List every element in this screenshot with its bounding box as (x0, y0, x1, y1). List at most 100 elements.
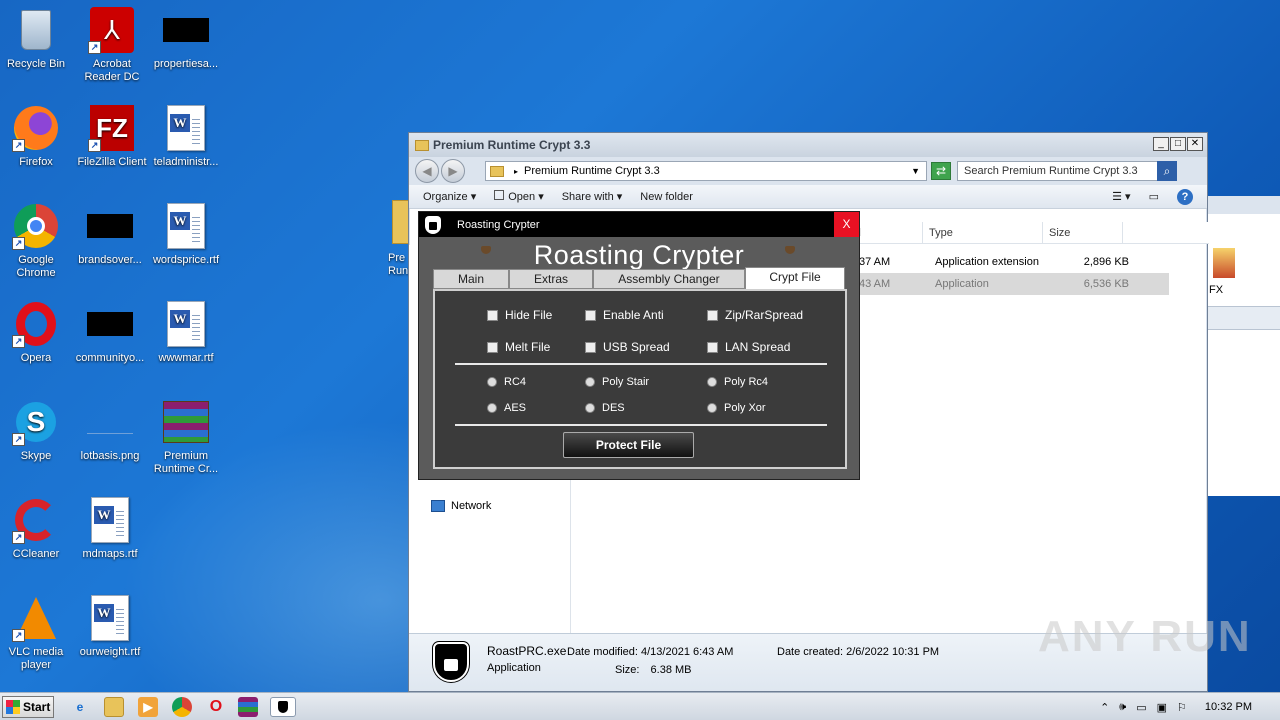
crypter-window[interactable]: Roasting Crypter X Roasting Crypter Main… (418, 211, 860, 480)
watermark-logo: ANY RUN (1038, 612, 1252, 661)
winrar-icon (162, 398, 210, 446)
radio-dot[interactable] (707, 377, 717, 387)
details-date-modified: Date modified: 4/13/2021 6:43 AM (567, 646, 734, 658)
desktop-icon-acrobat[interactable]: ⅄ ↗ Acrobat Reader DC (74, 6, 150, 84)
filezilla-icon: FZ ↗ (88, 104, 136, 152)
file-explorer-icon[interactable] (104, 697, 124, 717)
address-bar[interactable]: ▸ Premium Runtime Crypt 3.3 ▼ (485, 161, 927, 181)
checkbox-box[interactable] (585, 341, 596, 353)
desktop-icon-skype[interactable]: S ↗ Skype (0, 398, 74, 463)
search-icon[interactable]: ⌕ (1157, 161, 1177, 181)
melt-file-checkbox[interactable]: Melt File (487, 340, 550, 354)
back-button[interactable]: ◀ (415, 159, 439, 183)
maximize-button[interactable]: □ (1170, 137, 1186, 151)
column-type[interactable]: Type (923, 222, 1043, 243)
desktop-icon-lotbasis[interactable]: lotbasis.png (72, 398, 148, 463)
organize-menu[interactable]: Organize ▾ (423, 190, 476, 203)
firefox-icon: ↗ (12, 104, 60, 152)
radio-dot[interactable] (707, 403, 717, 413)
help-icon[interactable]: ? (1177, 188, 1193, 205)
chevron-down-icon[interactable]: ▼ (911, 166, 920, 176)
refresh-button[interactable]: ⇄ (931, 162, 951, 180)
protect-file-button[interactable]: Protect File (563, 432, 694, 458)
tab-main[interactable]: Main (433, 269, 509, 289)
poly-xor-radio[interactable]: Poly Xor (707, 402, 766, 414)
desktop-icon-label: communityo... (75, 352, 145, 364)
desktop-icon-premium-runtime[interactable]: Premium Runtime Cr... (148, 398, 224, 476)
checkbox-box[interactable] (585, 309, 596, 321)
enable-anti-checkbox[interactable]: Enable Anti (585, 308, 664, 322)
desktop-icon-wordsprice[interactable]: W wordsprice.rtf (148, 202, 224, 267)
new-folder-button[interactable]: New folder (640, 191, 693, 203)
internet-explorer-icon[interactable]: e (70, 697, 90, 717)
open-button[interactable]: Open ▾ (494, 190, 544, 203)
chrome-icon[interactable] (172, 697, 192, 717)
close-button[interactable]: X (834, 212, 859, 237)
desktop-icon-chrome[interactable]: ↗ Google Chrome (0, 202, 74, 280)
lan-spread-checkbox[interactable]: LAN Spread (707, 340, 790, 354)
desktop-icon-communityo[interactable]: communityo... (72, 300, 148, 365)
media-player-icon[interactable]: ▶ (138, 697, 158, 717)
start-button[interactable]: Start (2, 696, 54, 718)
poly-stair-radio[interactable]: Poly Stair (585, 376, 649, 388)
desktop-icon-mdmaps[interactable]: W mdmaps.rtf (72, 496, 148, 561)
tab-extras[interactable]: Extras (509, 269, 593, 289)
window-title: Premium Runtime Crypt 3.3 (433, 138, 591, 152)
radio-dot[interactable] (487, 403, 497, 413)
flag-icon[interactable]: ⚐ (1177, 701, 1187, 714)
zip-rar-spread-checkbox[interactable]: Zip/RarSpread (707, 308, 803, 322)
preview-pane-icon[interactable]: ▭ (1149, 190, 1159, 203)
desktop-icon-ccleaner[interactable]: ↗ CCleaner (0, 496, 74, 561)
minimize-button[interactable]: _ (1153, 137, 1169, 151)
tab-assembly-changer[interactable]: Assembly Changer (593, 269, 745, 289)
command-bar: Organize ▾ Open ▾ Share with ▾ New folde… (409, 185, 1207, 209)
checkbox-box[interactable] (487, 309, 498, 321)
desktop-icon-filezilla[interactable]: FZ ↗ FileZilla Client (74, 104, 150, 169)
rc4-radio[interactable]: RC4 (487, 376, 526, 388)
desktop-icon-recycle-bin[interactable]: Recycle Bin (0, 6, 74, 71)
desktop-icon-wwwmar[interactable]: W wwwmar.rtf (148, 300, 224, 365)
explorer-titlebar[interactable]: Premium Runtime Crypt 3.3 (409, 133, 1207, 157)
tab-crypt-file[interactable]: Crypt File (745, 267, 845, 289)
search-input[interactable]: Search Premium Runtime Crypt 3.3 ⌕ (957, 161, 1177, 181)
desktop-icon-firefox[interactable]: ↗ Firefox (0, 104, 74, 169)
radio-dot[interactable] (487, 377, 497, 387)
crypter-task-icon[interactable] (270, 697, 296, 717)
desktop-icon-propertiesa[interactable]: propertiesa... (148, 6, 224, 71)
close-button[interactable]: ✕ (1187, 137, 1203, 151)
clock[interactable]: 10:32 PM (1205, 701, 1252, 713)
forward-button[interactable]: ▶ (441, 159, 465, 183)
desktop-icon-label: FileZilla Client (77, 156, 147, 168)
crypt-file-panel: Hide File Enable Anti Zip/RarSpread Melt… (433, 289, 847, 469)
details-date-created: Date created: 2/6/2022 10:31 PM (777, 646, 940, 658)
checkbox-box[interactable] (487, 341, 498, 353)
desktop-icon-teladministr[interactable]: W teladministr... (148, 104, 224, 169)
desktop-icon-brandsover[interactable]: brandsover... (72, 202, 148, 267)
radio-dot[interactable] (585, 403, 595, 413)
chevron-up-icon[interactable]: ⌃ (1100, 701, 1109, 714)
winrar-icon[interactable] (238, 697, 258, 717)
desktop-icon-ourweight[interactable]: W ourweight.rtf (72, 594, 148, 659)
aes-radio[interactable]: AES (487, 402, 526, 414)
opera-icon[interactable]: O (206, 697, 226, 717)
view-icon[interactable]: ☰ ▾ (1112, 190, 1130, 203)
acrobat-icon: ⅄ ↗ (88, 6, 136, 54)
hide-file-checkbox[interactable]: Hide File (487, 308, 552, 322)
power-icon[interactable]: ▣ (1157, 701, 1167, 714)
crypter-titlebar[interactable]: Roasting Crypter (419, 212, 859, 237)
checkbox-box[interactable] (707, 309, 718, 321)
poly-rc4-radio[interactable]: Poly Rc4 (707, 376, 768, 388)
network-tray-icon[interactable]: ▭ (1136, 701, 1146, 714)
share-with-menu[interactable]: Share with ▾ (562, 190, 623, 203)
desktop-icon-label: Google Chrome (16, 254, 56, 279)
desktop-icon-vlc[interactable]: ↗ VLC media player (0, 594, 74, 672)
radio-dot[interactable] (585, 377, 595, 387)
column-size[interactable]: Size (1043, 222, 1123, 243)
usb-spread-checkbox[interactable]: USB Spread (585, 340, 670, 354)
volume-icon[interactable]: 🕪 (1119, 701, 1126, 714)
checkbox-box[interactable] (707, 341, 718, 353)
nav-item-network[interactable]: Network (431, 500, 491, 512)
opera-icon: ↗ (12, 300, 60, 348)
des-radio[interactable]: DES (585, 402, 625, 414)
desktop-icon-opera[interactable]: ↗ Opera (0, 300, 74, 365)
